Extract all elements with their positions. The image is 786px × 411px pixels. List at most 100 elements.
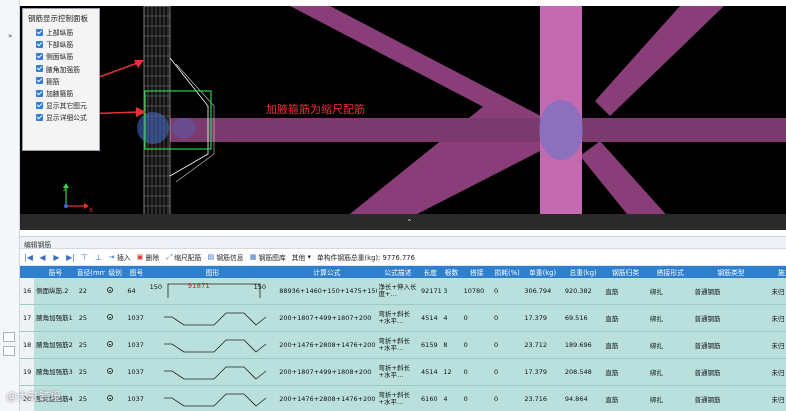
header-cell[interactable]: 直径(mm)	[76, 266, 106, 278]
table-row[interactable]: 20 腋角加强筋4 25 1037 200+1476+2808+1476+200…	[20, 385, 786, 411]
rebar-info-button[interactable]: ▤ 钢筋信息	[207, 252, 244, 262]
grade-cell[interactable]	[105, 304, 126, 332]
scale-rebar-button[interactable]: ⤢ 缩尺配筋	[165, 252, 202, 262]
rebar-name-cell[interactable]: 腋角加强筋3	[34, 358, 77, 386]
toggle-haunch-rebar[interactable]: 腋角加强筋	[23, 63, 99, 75]
lap-form-cell[interactable]: 绑扎	[647, 304, 693, 332]
count-cell[interactable]: 4	[441, 385, 462, 411]
rebar-name-cell[interactable]: 腋角加强筋2	[34, 331, 77, 359]
toggle-detailed-formula[interactable]: 显示详细公式	[23, 111, 99, 123]
lap-cell[interactable]: 0	[461, 358, 492, 386]
rebar-library-button[interactable]: ▦ 钢筋图库	[250, 252, 286, 262]
panel-tab-edit-rebar[interactable]: 编辑钢筋	[20, 237, 786, 249]
checkbox-checked-icon[interactable]	[36, 113, 43, 121]
first-icon[interactable]: |◀	[24, 253, 33, 262]
rebar-type-cell[interactable]: 普通钢筋	[692, 278, 770, 305]
lap-form-cell[interactable]: 绑扎	[647, 358, 693, 386]
header-cell[interactable]: 总重(kg)	[562, 266, 604, 278]
next-icon[interactable]: ▶	[52, 253, 61, 262]
length-cell[interactable]: 6159	[419, 331, 442, 359]
header-cell[interactable]: 筋号	[34, 266, 77, 278]
prev-icon[interactable]: ◀	[38, 253, 47, 262]
3d-viewport[interactable]: ⌃ 加腋箍筋为缩尺配筋 X Z	[20, 6, 786, 230]
length-cell[interactable]: 92171	[419, 278, 442, 305]
header-cell[interactable]: 计算公式	[277, 266, 377, 278]
count-cell[interactable]: 12	[441, 358, 462, 386]
shape-length[interactable]: 91871	[188, 282, 210, 290]
toggle-stirrups[interactable]: 箍筋	[23, 75, 99, 87]
header-cell[interactable]: 钢筋归类	[603, 266, 648, 278]
table-row[interactable]: 19 腋角加强筋3 25 1037 200+1807+499+1808+200 …	[20, 358, 786, 386]
last-icon[interactable]: ▶|	[66, 253, 75, 262]
toggle-top-longitudinal[interactable]: 上部纵筋	[23, 26, 99, 38]
rebar-type-cell[interactable]: 普通钢筋	[692, 331, 770, 359]
rebar-class-cell[interactable]: 直筋	[603, 278, 648, 305]
rebar-class-cell[interactable]: 直筋	[603, 304, 648, 332]
diameter-cell[interactable]: 25	[76, 385, 106, 411]
diameter-cell[interactable]: 25	[76, 304, 106, 332]
lap-cell[interactable]: 10780	[461, 278, 492, 305]
figure-no-cell[interactable]: 1037	[125, 331, 148, 359]
header-cell[interactable]: 级别	[105, 266, 126, 278]
checkbox-checked-icon[interactable]	[36, 52, 43, 60]
header-cell[interactable]: 图形	[147, 266, 278, 278]
lap-form-cell[interactable]: 绑扎	[647, 385, 693, 411]
checkbox-checked-icon[interactable]	[36, 40, 43, 48]
loss-cell[interactable]: 0	[491, 331, 523, 359]
length-cell[interactable]: 6160	[419, 385, 442, 411]
length-cell[interactable]: 4514	[419, 358, 442, 386]
grade-cell[interactable]	[105, 358, 126, 386]
figure-no-cell[interactable]: 1037	[125, 304, 148, 332]
toggle-bottom-longitudinal[interactable]: 下部纵筋	[23, 38, 99, 50]
grade-cell[interactable]	[105, 278, 126, 305]
table-row[interactable]: 16 侧面纵筋.2 22 64 150 91871 150 88936+1460…	[20, 278, 786, 305]
formula-cell[interactable]: 200+1476+2808+1476+200	[277, 331, 377, 359]
lap-cell[interactable]: 0	[461, 304, 492, 332]
header-cell[interactable]: 图号	[125, 266, 148, 278]
rebar-class-cell[interactable]: 直筋	[603, 358, 648, 386]
figure-no-cell[interactable]: 1037	[125, 385, 148, 411]
header-cell[interactable]: 公式描述	[376, 266, 420, 278]
expand-arrow-icon[interactable]: »	[8, 32, 12, 40]
count-cell[interactable]: 3	[441, 278, 462, 305]
checkbox-checked-icon[interactable]	[36, 77, 43, 85]
table-row[interactable]: 18 腋角加强筋2 25 1037 200+1476+2808+1476+200…	[20, 331, 786, 359]
loss-cell[interactable]: 0	[491, 304, 523, 332]
lap-cell[interactable]: 0	[461, 385, 492, 411]
diameter-cell[interactable]: 22	[76, 278, 106, 305]
figure-no-cell[interactable]: 1037	[125, 358, 148, 386]
move-down-icon[interactable]: ⊥	[94, 253, 103, 262]
count-cell[interactable]: 8	[441, 331, 462, 359]
insert-button[interactable]: ⇥ 插入	[108, 252, 131, 262]
length-cell[interactable]: 4514	[419, 304, 442, 332]
rebar-name-cell[interactable]: 腋角加强筋1	[34, 304, 77, 332]
grade-cell[interactable]	[105, 385, 126, 411]
side-tool-box[interactable]	[3, 332, 15, 342]
construction-cell[interactable]: 未归	[769, 331, 786, 359]
toggle-other-elements[interactable]: 显示其它图元	[23, 99, 99, 111]
checkbox-checked-icon[interactable]	[36, 28, 43, 36]
formula-cell[interactable]: 200+1476+2808+1476+200	[277, 385, 377, 411]
rebar-class-cell[interactable]: 直筋	[603, 331, 648, 359]
formula-cell[interactable]: 88936+1460+150+1475+150	[277, 278, 377, 305]
loss-cell[interactable]: 0	[491, 358, 523, 386]
construction-cell[interactable]: 未归	[769, 385, 786, 411]
formula-cell[interactable]: 200+1807+499+1807+200	[277, 304, 377, 332]
construction-cell[interactable]: 未归	[769, 278, 786, 305]
header-cell[interactable]: 搭接形式	[647, 266, 693, 278]
formula-cell[interactable]: 200+1807+499+1808+200	[277, 358, 377, 386]
header-cell[interactable]: 单重(kg)	[522, 266, 563, 278]
lap-form-cell[interactable]: 绑扎	[647, 331, 693, 359]
loss-cell[interactable]: 0	[491, 385, 523, 411]
construction-cell[interactable]: 未归	[769, 358, 786, 386]
delete-button[interactable]: ▣ 删除	[137, 252, 159, 262]
rebar-name-cell[interactable]: 侧面纵筋.2	[34, 278, 77, 305]
table-row[interactable]: 17 腋角加强筋1 25 1037 200+1807+499+1807+200 …	[20, 304, 786, 332]
rebar-class-cell[interactable]: 直筋	[603, 385, 648, 411]
header-cell[interactable]: 根数	[441, 266, 462, 278]
figure-no-cell[interactable]: 64	[125, 278, 148, 305]
checkbox-checked-icon[interactable]	[36, 65, 43, 73]
toggle-haunch-stirrups[interactable]: 加腋箍筋	[23, 87, 99, 99]
lap-cell[interactable]: 0	[461, 331, 492, 359]
rebar-type-cell[interactable]: 普通钢筋	[692, 358, 770, 386]
